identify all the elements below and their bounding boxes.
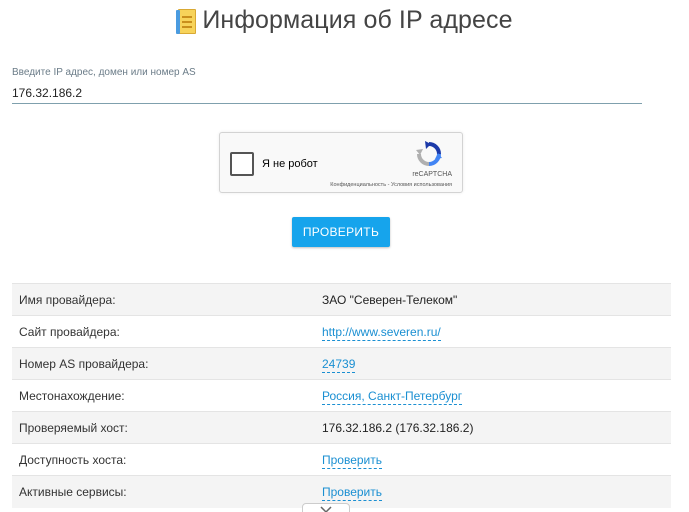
row-label: Проверяемый хост:: [12, 411, 315, 444]
check-button[interactable]: ПРОВЕРИТЬ: [292, 217, 390, 247]
row-value-cell: 24739: [315, 347, 671, 380]
row-label: Имя провайдера:: [12, 283, 315, 316]
table-row: Местонахождение: Россия, Санкт-Петербург: [12, 379, 671, 412]
row-value-link[interactable]: Россия, Санкт-Петербург: [322, 388, 463, 405]
ip-lookup-input[interactable]: [12, 82, 642, 104]
page-title: Информация об IP адресе: [202, 6, 513, 34]
not-robot-checkbox[interactable]: [230, 152, 254, 176]
row-value-cell: Проверить: [315, 475, 671, 508]
ip-info-table: Имя провайдера: ЗАО "Северен-Телеком" Сайт…: [12, 283, 671, 508]
row-label: Сайт провайдера:: [12, 315, 315, 348]
row-value-cell: 176.32.186.2 (176.32.186.2): [315, 411, 671, 444]
scroll-down-tab[interactable]: [302, 503, 350, 512]
chevron-down-icon: [320, 506, 332, 512]
captcha-brand: reCAPTCHA: [412, 171, 452, 178]
table-row: Доступность хоста: Проверить: [12, 443, 671, 476]
notepad-icon: [176, 8, 197, 35]
recaptcha-logo-icon: [416, 141, 442, 166]
captcha-links[interactable]: Конфиденциальность - Условия использован…: [330, 182, 452, 188]
row-value-link[interactable]: Проверить: [322, 452, 383, 469]
lookup-label: Введите IP адрес, домен или номер AS: [12, 67, 196, 78]
captcha-label: Я не робот: [262, 158, 318, 170]
row-label: Активные сервисы:: [12, 475, 315, 508]
row-value-link[interactable]: 24739: [322, 356, 356, 373]
table-row: Номер AS провайдера: 24739: [12, 347, 671, 380]
row-label: Местонахождение:: [12, 379, 315, 412]
table-row: Имя провайдера: ЗАО "Северен-Телеком": [12, 283, 671, 316]
row-value-cell: ЗАО "Северен-Телеком": [315, 283, 671, 316]
row-value-cell: http://www.severen.ru/: [315, 315, 671, 348]
page-header: Информация об IP адресе: [0, 6, 689, 35]
row-label: Номер AS провайдера:: [12, 347, 315, 380]
row-value: ЗАО "Северен-Телеком": [322, 292, 458, 307]
row-value-link[interactable]: Проверить: [322, 484, 383, 501]
row-value-cell: Проверить: [315, 443, 671, 476]
row-value-link[interactable]: http://www.severen.ru/: [322, 324, 441, 341]
row-label: Доступность хоста:: [12, 443, 315, 476]
table-row: Проверяемый хост: 176.32.186.2 (176.32.18…: [12, 411, 671, 444]
recaptcha-widget: Я не робот reCAPTCHA Конфиденциальность …: [219, 132, 463, 193]
row-value: 176.32.186.2 (176.32.186.2): [322, 420, 474, 435]
row-value-cell: Россия, Санкт-Петербург: [315, 379, 671, 412]
table-row: Сайт провайдера: http://www.severen.ru/: [12, 315, 671, 348]
